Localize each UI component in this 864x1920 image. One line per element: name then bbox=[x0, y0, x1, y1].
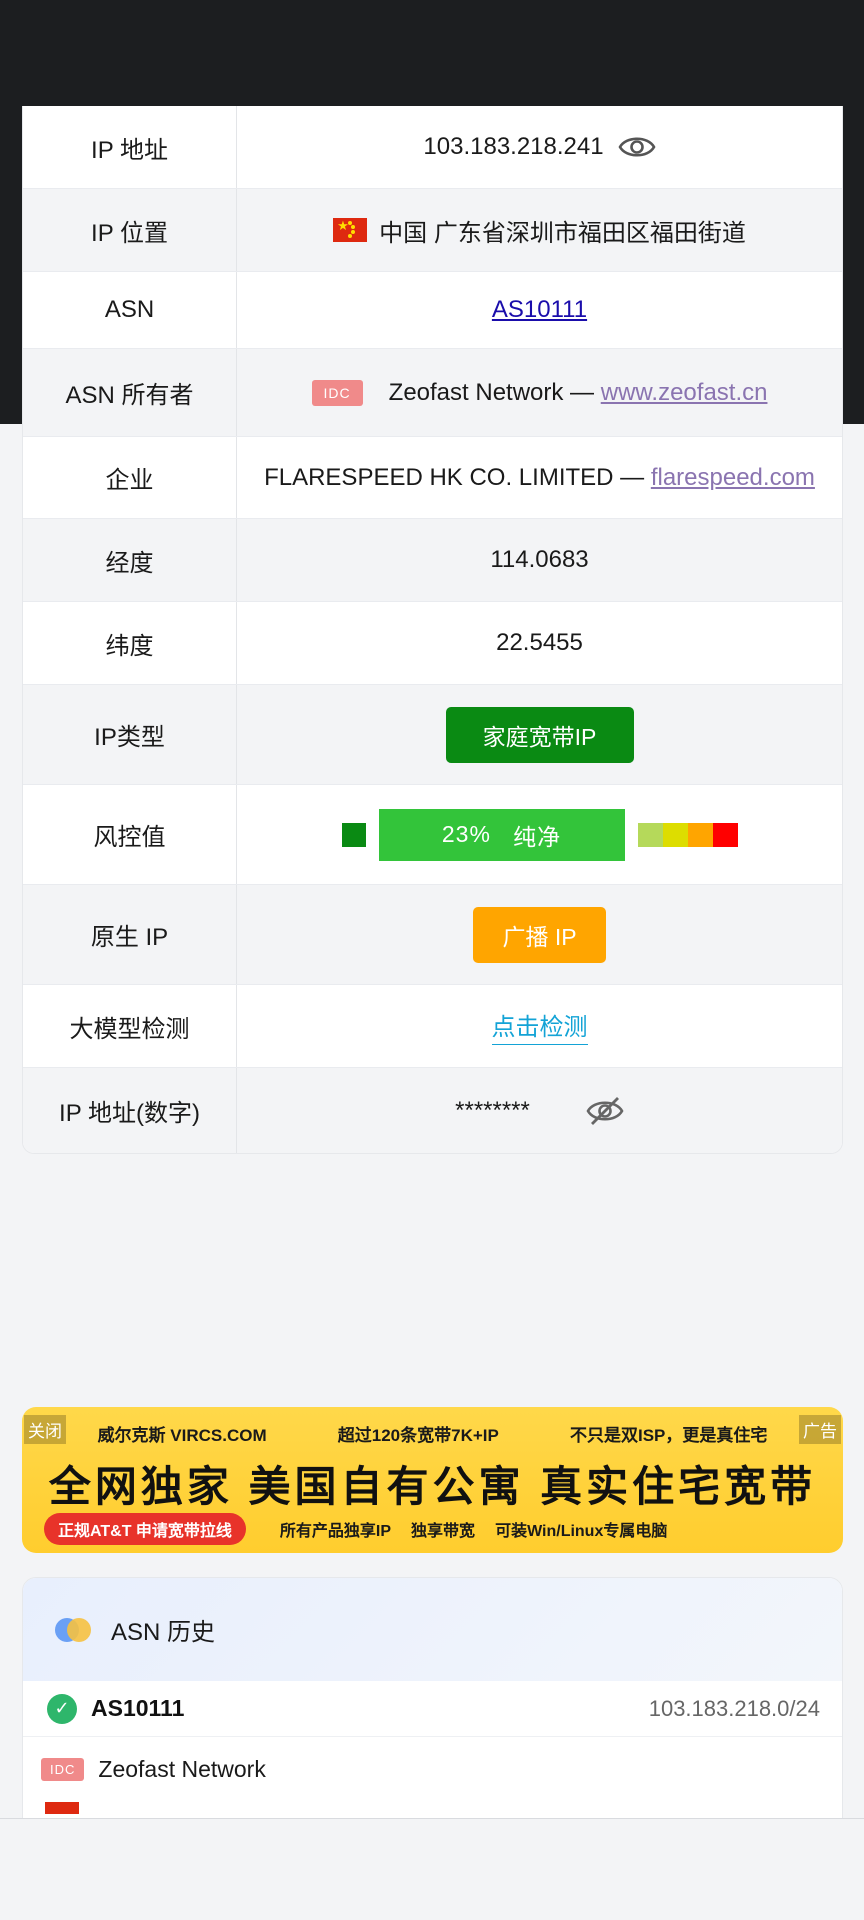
label-llm-detect: 大模型检测 bbox=[23, 985, 237, 1067]
label-latitude: 纬度 bbox=[23, 602, 237, 684]
row-llm-detect: 大模型检测 点击检测 bbox=[23, 985, 842, 1068]
risk-text: 纯净 bbox=[513, 823, 562, 850]
label-longitude: 经度 bbox=[23, 519, 237, 601]
idc-badge: IDC bbox=[311, 379, 363, 406]
value-native-ip: 广播 IP bbox=[237, 885, 842, 984]
risk-level-indicator bbox=[341, 822, 366, 847]
risk-percent: 23% bbox=[441, 821, 491, 847]
row-ip-numeric: IP 地址(数字) ******** bbox=[23, 1068, 842, 1153]
asn-history-prefix: 103.183.218.0/24 bbox=[648, 1695, 820, 1721]
banner-top-line: 威尔克斯 VIRCS.COM 超过120条宽带7K+IP 不只是双ISP，更是真… bbox=[22, 1421, 843, 1446]
row-longitude: 经度 114.0683 bbox=[23, 519, 842, 602]
risk-scale-swatch bbox=[712, 822, 738, 847]
banner-headline: 全网独家 美国自有公寓 真实住宅宽带 bbox=[48, 1463, 817, 1510]
banner-bottom-text: 独享带宽 bbox=[411, 1523, 476, 1540]
label-ip-location: IP 位置 bbox=[23, 189, 237, 271]
label-native-ip: 原生 IP bbox=[23, 885, 237, 984]
row-ip-location: IP 位置 中国 广东省深圳市福田区福田街道 bbox=[23, 189, 842, 272]
asn-history-number: AS10111 bbox=[91, 1695, 185, 1721]
idc-badge: IDC bbox=[41, 1757, 85, 1781]
banner-top-text: 超过120条宽带7K+IP bbox=[337, 1426, 499, 1445]
asn-link[interactable]: AS10111 bbox=[492, 296, 587, 324]
label-risk: 风控值 bbox=[23, 785, 237, 884]
value-llm-detect: 点击检测 bbox=[237, 985, 842, 1067]
row-ip-address: IP 地址 103.183.218.241 bbox=[23, 106, 842, 189]
status-bar bbox=[0, 0, 864, 106]
asn-owner-website-link[interactable]: www.zeofast.cn bbox=[601, 379, 768, 407]
label-ip-numeric: IP 地址(数字) bbox=[23, 1068, 237, 1153]
ad-banner[interactable]: 关闭 广告 威尔克斯 VIRCS.COM 超过120条宽带7K+IP 不只是双I… bbox=[22, 1407, 843, 1553]
banner-pill: 正规AT&T 申请宽带拉线 bbox=[44, 1513, 246, 1545]
ip-location-text: 中国 广东省深圳市福田区福田街道 bbox=[379, 219, 746, 247]
row-risk: 风控值 23% 纯净 bbox=[23, 785, 842, 885]
row-company: 企业 FLARESPEED HK CO. LIMITED — flarespee… bbox=[23, 437, 842, 519]
banner-bottom-text: 所有产品独享IP bbox=[279, 1523, 392, 1540]
banner-top-text: 不只是双ISP，更是真住宅 bbox=[570, 1426, 768, 1445]
value-ip-address: 103.183.218.241 bbox=[237, 106, 842, 188]
value-ip-type: 家庭宽带IP bbox=[237, 685, 842, 784]
row-latitude: 纬度 22.5455 bbox=[23, 602, 842, 685]
label-asn: ASN bbox=[23, 272, 237, 348]
bottom-navigation-bar bbox=[0, 1818, 864, 1920]
asn-history-owner-row: IDC Zeofast Network bbox=[23, 1737, 842, 1801]
dots-logo-icon bbox=[55, 1617, 95, 1642]
label-asn-owner: ASN 所有者 bbox=[23, 349, 237, 436]
banner-bottom-line: 正规AT&T 申请宽带拉线 所有产品独享IP 独享带宽 可装Win/Linux专… bbox=[44, 1513, 821, 1545]
company-name: FLARESPEED HK CO. LIMITED — bbox=[264, 463, 645, 491]
risk-scale-swatch bbox=[662, 822, 688, 847]
asn-history-header: ASN 历史 bbox=[23, 1578, 842, 1681]
ip-numeric-masked: ******** bbox=[455, 1096, 530, 1124]
row-ip-type: IP类型 家庭宽带IP bbox=[23, 685, 842, 785]
risk-scale-swatch bbox=[637, 822, 663, 847]
row-native-ip: 原生 IP 广播 IP bbox=[23, 885, 842, 985]
row-asn: ASN AS10111 bbox=[23, 272, 842, 349]
banner-top-text: 威尔克斯 VIRCS.COM bbox=[97, 1426, 267, 1445]
risk-scale-swatch bbox=[687, 822, 713, 847]
label-company: 企业 bbox=[23, 437, 237, 518]
asn-owner-name: Zeofast Network — bbox=[388, 378, 595, 406]
company-website-link[interactable]: flarespeed.com bbox=[651, 464, 815, 492]
row-asn-owner: ASN 所有者 IDC Zeofast Network — www.zeofas… bbox=[23, 349, 842, 437]
value-longitude: 114.0683 bbox=[490, 546, 589, 573]
value-asn-owner: IDC Zeofast Network — www.zeofast.cn bbox=[237, 349, 842, 436]
value-asn: AS10111 bbox=[237, 272, 842, 348]
value-ip-location: 中国 广东省深圳市福田区福田街道 bbox=[237, 189, 842, 271]
label-ip-type: IP类型 bbox=[23, 685, 237, 784]
value-risk: 23% 纯净 bbox=[237, 785, 842, 884]
ip-address-text: 103.183.218.241 bbox=[423, 133, 604, 160]
label-ip-address: IP 地址 bbox=[23, 106, 237, 188]
eye-icon[interactable] bbox=[618, 132, 656, 162]
ip-info-table: IP 地址 103.183.218.241 IP 位置 中国 广东省深圳市福田区… bbox=[22, 106, 843, 1154]
risk-color-scale bbox=[637, 822, 738, 847]
check-circle-icon: ✓ bbox=[47, 1693, 77, 1724]
detect-link[interactable]: 点击检测 bbox=[491, 1007, 588, 1045]
value-ip-numeric: ******** bbox=[237, 1068, 842, 1153]
risk-score-bar: 23% 纯净 bbox=[378, 808, 625, 861]
banner-bottom-text: 可装Win/Linux专属电脑 bbox=[495, 1523, 668, 1540]
ip-type-badge: 家庭宽带IP bbox=[445, 706, 634, 763]
eye-off-icon[interactable] bbox=[586, 1096, 624, 1126]
asn-history-title: ASN 历史 bbox=[111, 1619, 216, 1646]
native-ip-badge: 广播 IP bbox=[473, 906, 606, 963]
china-flag-icon bbox=[333, 218, 368, 242]
asn-history-owner: Zeofast Network bbox=[98, 1755, 266, 1782]
value-company: FLARESPEED HK CO. LIMITED — flarespeed.c… bbox=[237, 437, 842, 518]
china-flag-icon bbox=[45, 1802, 79, 1814]
asn-history-row: ✓ AS10111 103.183.218.0/24 bbox=[23, 1681, 842, 1737]
value-latitude: 22.5455 bbox=[496, 629, 583, 656]
